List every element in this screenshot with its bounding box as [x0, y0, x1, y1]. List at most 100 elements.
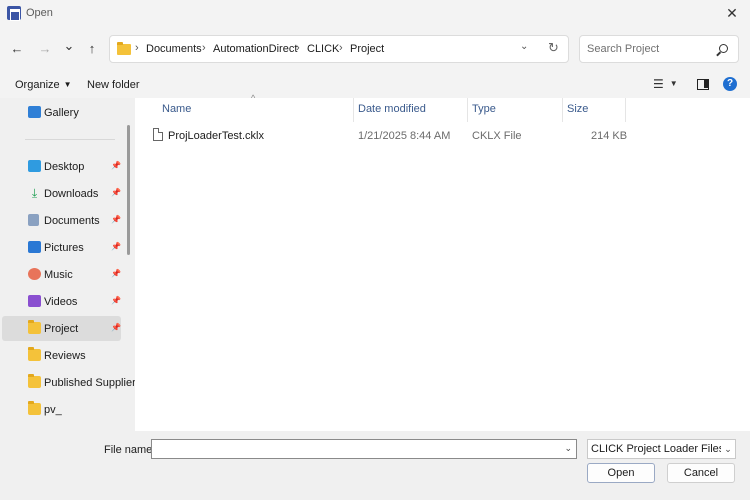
- file-name-label: File name:: [104, 444, 156, 456]
- address-bar[interactable]: › Documents › AutomationDirect › CLICK ›…: [109, 35, 569, 63]
- pin-icon[interactable]: 📌: [111, 215, 121, 224]
- file-row[interactable]: ProjLoaderTest.cklx 1/21/2025 8:44 AM CK…: [153, 127, 627, 145]
- sidebar-item-desktop[interactable]: Desktop 📌: [2, 154, 121, 179]
- sidebar-item-label: Gallery: [44, 107, 79, 119]
- sidebar-scrollbar[interactable]: [127, 125, 130, 255]
- breadcrumb-separator: ›: [296, 42, 300, 54]
- breadcrumb-click[interactable]: CLICK: [307, 43, 339, 55]
- close-icon[interactable]: ✕: [722, 3, 742, 23]
- sidebar-item-downloads[interactable]: ⤓ Downloads 📌: [2, 181, 121, 206]
- chevron-down-icon: ▼: [63, 80, 72, 89]
- breadcrumb-automationdirect[interactable]: AutomationDirect: [213, 43, 297, 55]
- documents-icon: [28, 214, 39, 226]
- pin-icon[interactable]: 📌: [111, 323, 121, 332]
- dialog-footer: File name: ⌄ CLICK Project Loader Files(…: [0, 431, 750, 500]
- chevron-down-icon: ▼: [669, 79, 678, 88]
- search-placeholder: Search Project: [587, 43, 660, 55]
- file-name: ProjLoaderTest.cklx: [168, 130, 264, 142]
- music-icon: [28, 268, 41, 280]
- column-divider[interactable]: [353, 98, 354, 122]
- sidebar-item-gallery[interactable]: Gallery: [2, 100, 121, 125]
- pin-icon[interactable]: 📌: [111, 188, 121, 197]
- file-icon: [153, 128, 163, 141]
- breadcrumb-separator: ›: [202, 42, 206, 54]
- column-divider[interactable]: [562, 98, 563, 122]
- sidebar-item-music[interactable]: Music 📌: [2, 262, 121, 287]
- up-arrow-icon[interactable]: ↑: [82, 39, 102, 59]
- pin-icon[interactable]: 📌: [111, 296, 121, 305]
- breadcrumb-project[interactable]: Project: [350, 43, 384, 55]
- help-icon[interactable]: ?: [723, 77, 737, 91]
- folder-icon: [28, 320, 41, 334]
- navigation-pane: Gallery Desktop 📌 ⤓ Downloads 📌 Document…: [0, 98, 135, 431]
- sidebar-item-label: Desktop: [44, 161, 85, 173]
- pictures-icon: [28, 241, 41, 253]
- sidebar-item-pictures[interactable]: Pictures 📌: [2, 235, 121, 260]
- navigation-bar: ← → ⌄ ↑ › Documents › AutomationDirect ›…: [0, 27, 750, 71]
- folder-icon: [28, 347, 41, 361]
- file-type-filter-value: CLICK Project Loader Files(*.ckl: [591, 443, 736, 455]
- column-header-type[interactable]: Type: [472, 103, 496, 115]
- column-header-date-modified[interactable]: Date modified: [358, 103, 426, 115]
- address-dropdown-icon[interactable]: ⌄: [520, 41, 528, 52]
- preview-pane-icon[interactable]: [697, 79, 709, 90]
- pin-icon[interactable]: 📌: [111, 161, 121, 170]
- app-icon: [7, 6, 21, 21]
- sidebar-divider: [25, 139, 115, 140]
- file-type-filter-select[interactable]: CLICK Project Loader Files(*.ckl ⌄: [587, 439, 736, 459]
- refresh-icon[interactable]: ↻: [548, 40, 559, 56]
- breadcrumb-separator: ›: [135, 42, 139, 54]
- sidebar-item-pv[interactable]: pv_: [2, 397, 121, 422]
- sidebar-item-published-supplier[interactable]: Published Supplier: [2, 370, 135, 395]
- sidebar-item-label: Videos: [44, 296, 78, 308]
- file-type: CKLX File: [472, 130, 522, 142]
- sidebar-item-label: Downloads: [44, 188, 99, 200]
- column-divider[interactable]: [625, 98, 626, 122]
- sort-ascending-icon: ^: [251, 93, 256, 103]
- desktop-icon: [28, 160, 41, 172]
- chevron-down-icon[interactable]: ⌄: [721, 440, 735, 458]
- column-header-size[interactable]: Size: [567, 103, 588, 115]
- list-view-icon: ☰: [653, 77, 664, 91]
- back-arrow-icon[interactable]: ←: [7, 39, 27, 59]
- column-header-name[interactable]: Name: [162, 103, 191, 115]
- sidebar-item-label: Project: [44, 323, 79, 335]
- folder-icon: [117, 42, 131, 55]
- organize-label: Organize: [15, 79, 60, 91]
- pin-icon[interactable]: 📌: [111, 269, 121, 278]
- search-input[interactable]: Search Project: [579, 35, 739, 63]
- breadcrumb-separator: ›: [339, 42, 343, 54]
- recent-locations-chevron-icon[interactable]: ⌄: [59, 36, 79, 56]
- sidebar-item-label: Pictures: [44, 242, 84, 254]
- gallery-icon: [28, 106, 41, 118]
- sidebar-item-reviews[interactable]: Reviews: [2, 343, 121, 368]
- change-view-button[interactable]: ☰ ▼: [653, 77, 678, 91]
- sidebar-item-documents[interactable]: Documents 📌: [2, 208, 121, 233]
- videos-icon: [28, 295, 41, 307]
- cancel-button[interactable]: Cancel: [667, 463, 735, 483]
- sidebar-item-project[interactable]: Project 📌: [2, 316, 121, 341]
- file-size: 214 KB: [591, 130, 628, 142]
- column-divider[interactable]: [467, 98, 468, 122]
- chevron-down-icon[interactable]: ⌄: [564, 443, 572, 454]
- sidebar-item-videos[interactable]: Videos 📌: [2, 289, 121, 314]
- folder-icon: [28, 401, 41, 415]
- sidebar-item-label: Documents: [44, 215, 100, 227]
- open-button[interactable]: Open: [587, 463, 655, 483]
- forward-arrow-icon[interactable]: →: [35, 39, 55, 59]
- sidebar-item-label: Published Supplier: [44, 377, 135, 389]
- pin-icon[interactable]: 📌: [111, 242, 121, 251]
- file-list: ^ Name Date modified Type Size ProjLoade…: [135, 93, 750, 431]
- title-bar: Open ✕: [0, 0, 750, 27]
- breadcrumb-documents[interactable]: Documents: [146, 43, 202, 55]
- new-folder-button[interactable]: New folder: [87, 79, 140, 91]
- download-icon: ⤓: [31, 186, 38, 200]
- file-date-modified: 1/21/2025 8:44 AM: [358, 130, 451, 142]
- search-icon[interactable]: [719, 44, 728, 53]
- sidebar-item-label: Reviews: [44, 350, 86, 362]
- command-toolbar: Organize ▼ New folder ☰ ▼ ?: [0, 71, 750, 98]
- sidebar-item-label: Music: [44, 269, 73, 281]
- organize-button[interactable]: Organize ▼: [15, 79, 72, 91]
- file-name-input[interactable]: ⌄: [151, 439, 577, 459]
- folder-icon: [28, 374, 41, 388]
